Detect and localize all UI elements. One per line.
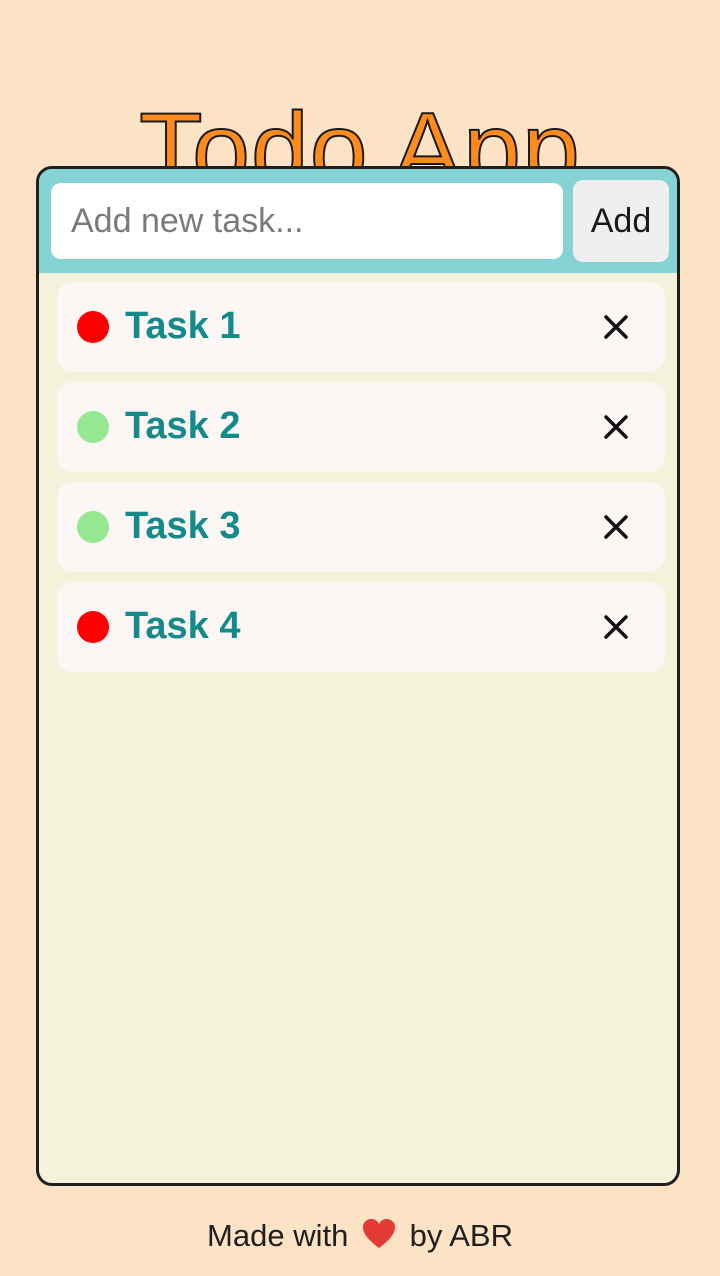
task-item[interactable]: Task 4 (57, 582, 665, 672)
task-status-dot[interactable] (77, 611, 109, 643)
heart-icon (362, 1219, 395, 1248)
task-label: Task 3 (125, 505, 241, 547)
footer-suffix: by ABR (409, 1218, 513, 1253)
task-list: Task 1 Task 2 Task 3 Task 4 (57, 282, 665, 682)
close-icon[interactable] (599, 510, 633, 544)
task-item[interactable]: Task 2 (57, 382, 665, 472)
add-task-button[interactable]: Add (573, 180, 669, 262)
task-status-dot[interactable] (77, 411, 109, 443)
new-task-input[interactable] (51, 183, 563, 259)
task-label: Task 1 (125, 305, 241, 347)
todo-card: Add Task 1 Task 2 Task 3 (36, 166, 680, 1186)
close-icon[interactable] (599, 610, 633, 644)
task-status-dot[interactable] (77, 311, 109, 343)
task-item[interactable]: Task 3 (57, 482, 665, 572)
footer-prefix: Made with (207, 1218, 349, 1253)
footer: Made with by ABR (0, 1212, 720, 1260)
close-icon[interactable] (599, 310, 633, 344)
task-status-dot[interactable] (77, 511, 109, 543)
task-label: Task 2 (125, 405, 241, 447)
close-icon[interactable] (599, 410, 633, 444)
task-input-bar: Add (39, 169, 677, 273)
task-label: Task 4 (125, 605, 241, 647)
task-item[interactable]: Task 1 (57, 282, 665, 372)
